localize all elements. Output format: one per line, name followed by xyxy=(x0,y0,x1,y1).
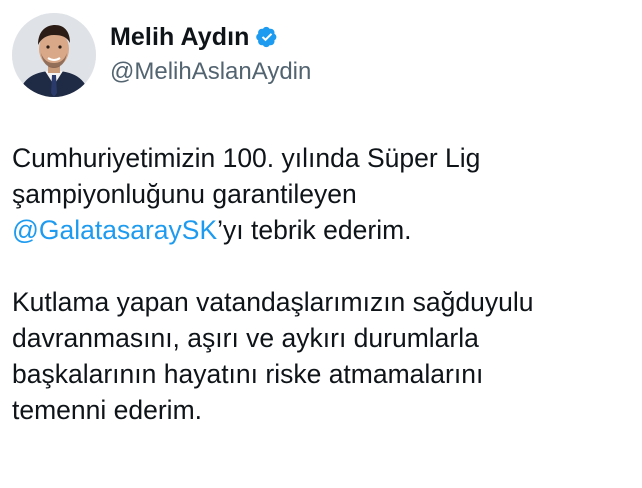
author-identity: Melih Aydın @MelihAslanAydin xyxy=(110,21,311,89)
tweet-header: Melih Aydın @MelihAslanAydin xyxy=(12,10,311,100)
text-fragment: ’yı tebrik ederim. xyxy=(217,215,412,245)
avatar[interactable] xyxy=(12,13,96,97)
text-line: temenni ederim. xyxy=(12,395,203,425)
tweet-text: Cumhuriyetimizin 100. yılında Süper Lig … xyxy=(12,140,642,428)
text-line: Cumhuriyetimizin 100. yılında Süper Lig xyxy=(12,143,481,173)
tweet-paragraph-2: Kutlama yapan vatandaşlarımızın sağduyul… xyxy=(12,284,642,428)
author-handle[interactable]: @MelihAslanAydin xyxy=(110,55,311,89)
text-line: davranmasını, aşırı ve aykırı durumlarla xyxy=(12,323,479,353)
mention-link[interactable]: @GalatasaraySK xyxy=(12,215,217,245)
profile-photo-icon xyxy=(12,13,96,97)
display-name[interactable]: Melih Aydın xyxy=(110,21,250,53)
text-line: Kutlama yapan vatandaşlarımızın sağduyul… xyxy=(12,287,534,317)
tweet-paragraph-1: Cumhuriyetimizin 100. yılında Süper Lig … xyxy=(12,140,642,248)
text-line: başkalarının hayatını riske atmamalarını xyxy=(12,359,484,389)
tweet: Melih Aydın @MelihAslanAydin Cumhuriyeti… xyxy=(0,0,642,488)
name-row: Melih Aydın xyxy=(110,21,311,53)
text-line: @GalatasaraySK’yı tebrik ederim. xyxy=(12,212,642,248)
verified-badge-icon[interactable] xyxy=(255,26,278,48)
text-line: şampiyonluğunu garantileyen xyxy=(12,179,357,209)
